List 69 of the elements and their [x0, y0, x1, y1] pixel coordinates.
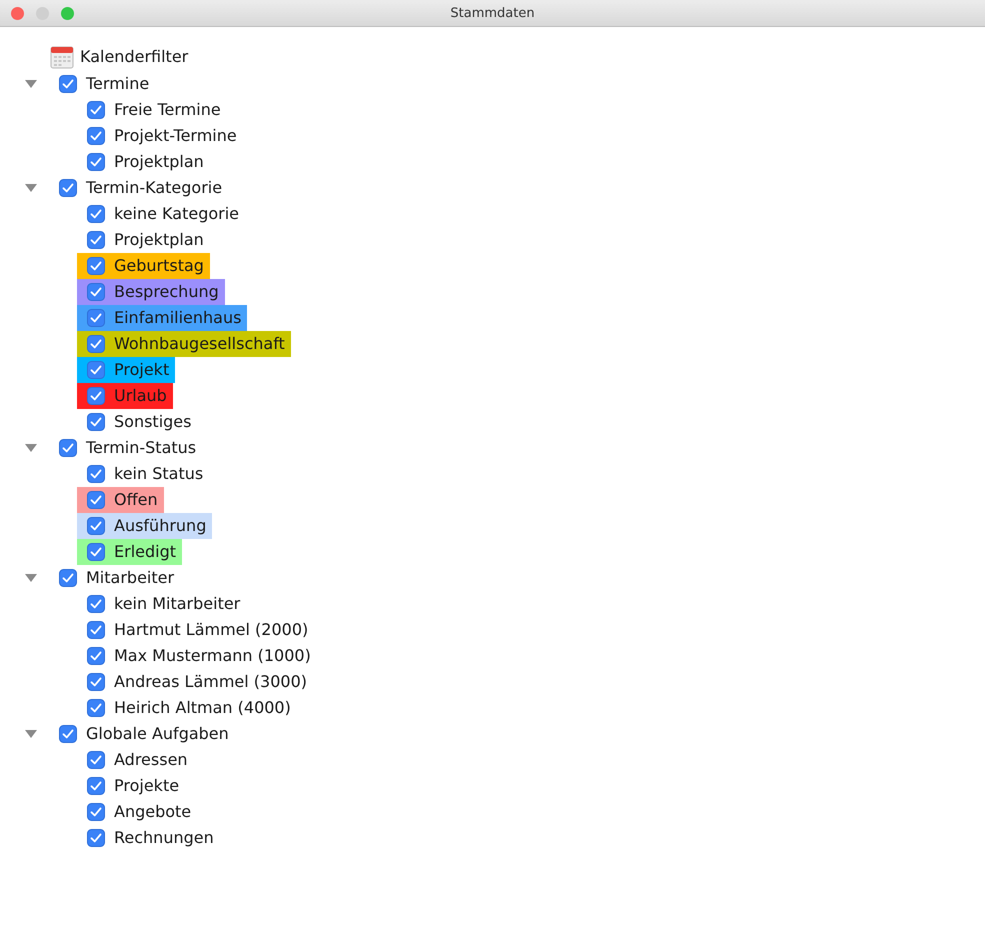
disclosure-triangle-icon[interactable] [24, 79, 38, 89]
checkbox[interactable] [87, 309, 105, 327]
checkbox[interactable] [87, 647, 105, 665]
checkbox[interactable] [87, 543, 105, 561]
calendar-icon [50, 45, 74, 69]
tree-item-label: Rechnungen [114, 827, 214, 849]
disclosure-triangle-icon[interactable] [24, 729, 38, 739]
tree-item-label: Projektplan [114, 229, 204, 251]
disclosure-triangle-icon[interactable] [24, 443, 38, 453]
tree-item-label: Mitarbeiter [86, 567, 174, 589]
tree-item-label: Termine [86, 73, 150, 95]
tree-item-label: Projekt [114, 359, 170, 381]
tree-item-label: keine Kategorie [114, 203, 239, 225]
checkbox[interactable] [87, 751, 105, 769]
checkbox[interactable] [87, 231, 105, 249]
checkbox[interactable] [59, 75, 77, 93]
checkbox[interactable] [87, 673, 105, 691]
tree-item-label: Urlaub [114, 385, 167, 407]
tree-item-label: Geburtstag [114, 255, 204, 277]
tree-item-label: kein Status [114, 463, 204, 485]
checkbox[interactable] [87, 361, 105, 379]
disclosure-triangle-icon[interactable] [24, 183, 38, 193]
checkbox[interactable] [59, 569, 77, 587]
tree-item-label: kein Mitarbeiter [114, 593, 240, 615]
checkbox[interactable] [87, 595, 105, 613]
checkbox[interactable] [87, 517, 105, 535]
tree-item-label: Offen [114, 489, 158, 511]
checkbox[interactable] [87, 829, 105, 847]
checkbox[interactable] [87, 335, 105, 353]
tree-item-label: Termin-Status [86, 437, 196, 459]
tree-item-label: Projektplan [114, 151, 204, 173]
checkbox[interactable] [87, 387, 105, 405]
tree-item-label: Einfamilienhaus [114, 307, 242, 329]
checkbox[interactable] [59, 179, 77, 197]
close-button[interactable] [11, 7, 24, 20]
checkbox[interactable] [87, 153, 105, 171]
window-title: Stammdaten [450, 6, 535, 21]
checkbox[interactable] [59, 439, 77, 457]
tree-item-label: Hartmut Lämmel (2000) [114, 619, 308, 641]
checkbox[interactable] [87, 621, 105, 639]
checkbox[interactable] [87, 413, 105, 431]
tree-item-label: Freie Termine [114, 99, 221, 121]
checkbox[interactable] [87, 699, 105, 717]
tree-item-label: Sonstiges [114, 411, 192, 433]
checkbox[interactable] [87, 491, 105, 509]
tree-item-label: Angebote [114, 801, 192, 823]
tree-item-label: Erledigt [114, 541, 176, 563]
tree-item-label: Heirich Altman (4000) [114, 697, 291, 719]
checkbox[interactable] [87, 465, 105, 483]
tree-item-label: Wohnbaugesellschaft [114, 333, 285, 355]
tree-item-label: Projekt-Termine [114, 125, 237, 147]
tree-root-label: Kalenderfilter [80, 46, 188, 68]
checkbox[interactable] [87, 283, 105, 301]
checkbox[interactable] [87, 127, 105, 145]
checkbox[interactable] [87, 257, 105, 275]
tree-item-label: Max Mustermann (1000) [114, 645, 311, 667]
checkbox[interactable] [87, 101, 105, 119]
tree-item-label: Besprechung [114, 281, 219, 303]
checkbox[interactable] [59, 725, 77, 743]
tree-item-label: Ausführung [114, 515, 206, 537]
tree-item-label: Globale Aufgaben [86, 723, 229, 745]
tree-item-label: Andreas Lämmel (3000) [114, 671, 308, 693]
tree-item-label: Adressen [114, 749, 188, 771]
disclosure-triangle-icon[interactable] [24, 573, 38, 583]
tree-item-label: Termin-Kategorie [86, 177, 222, 199]
checkbox[interactable] [87, 777, 105, 795]
checkbox[interactable] [87, 803, 105, 821]
tree-item-label: Projekte [114, 775, 180, 797]
checkbox[interactable] [87, 205, 105, 223]
